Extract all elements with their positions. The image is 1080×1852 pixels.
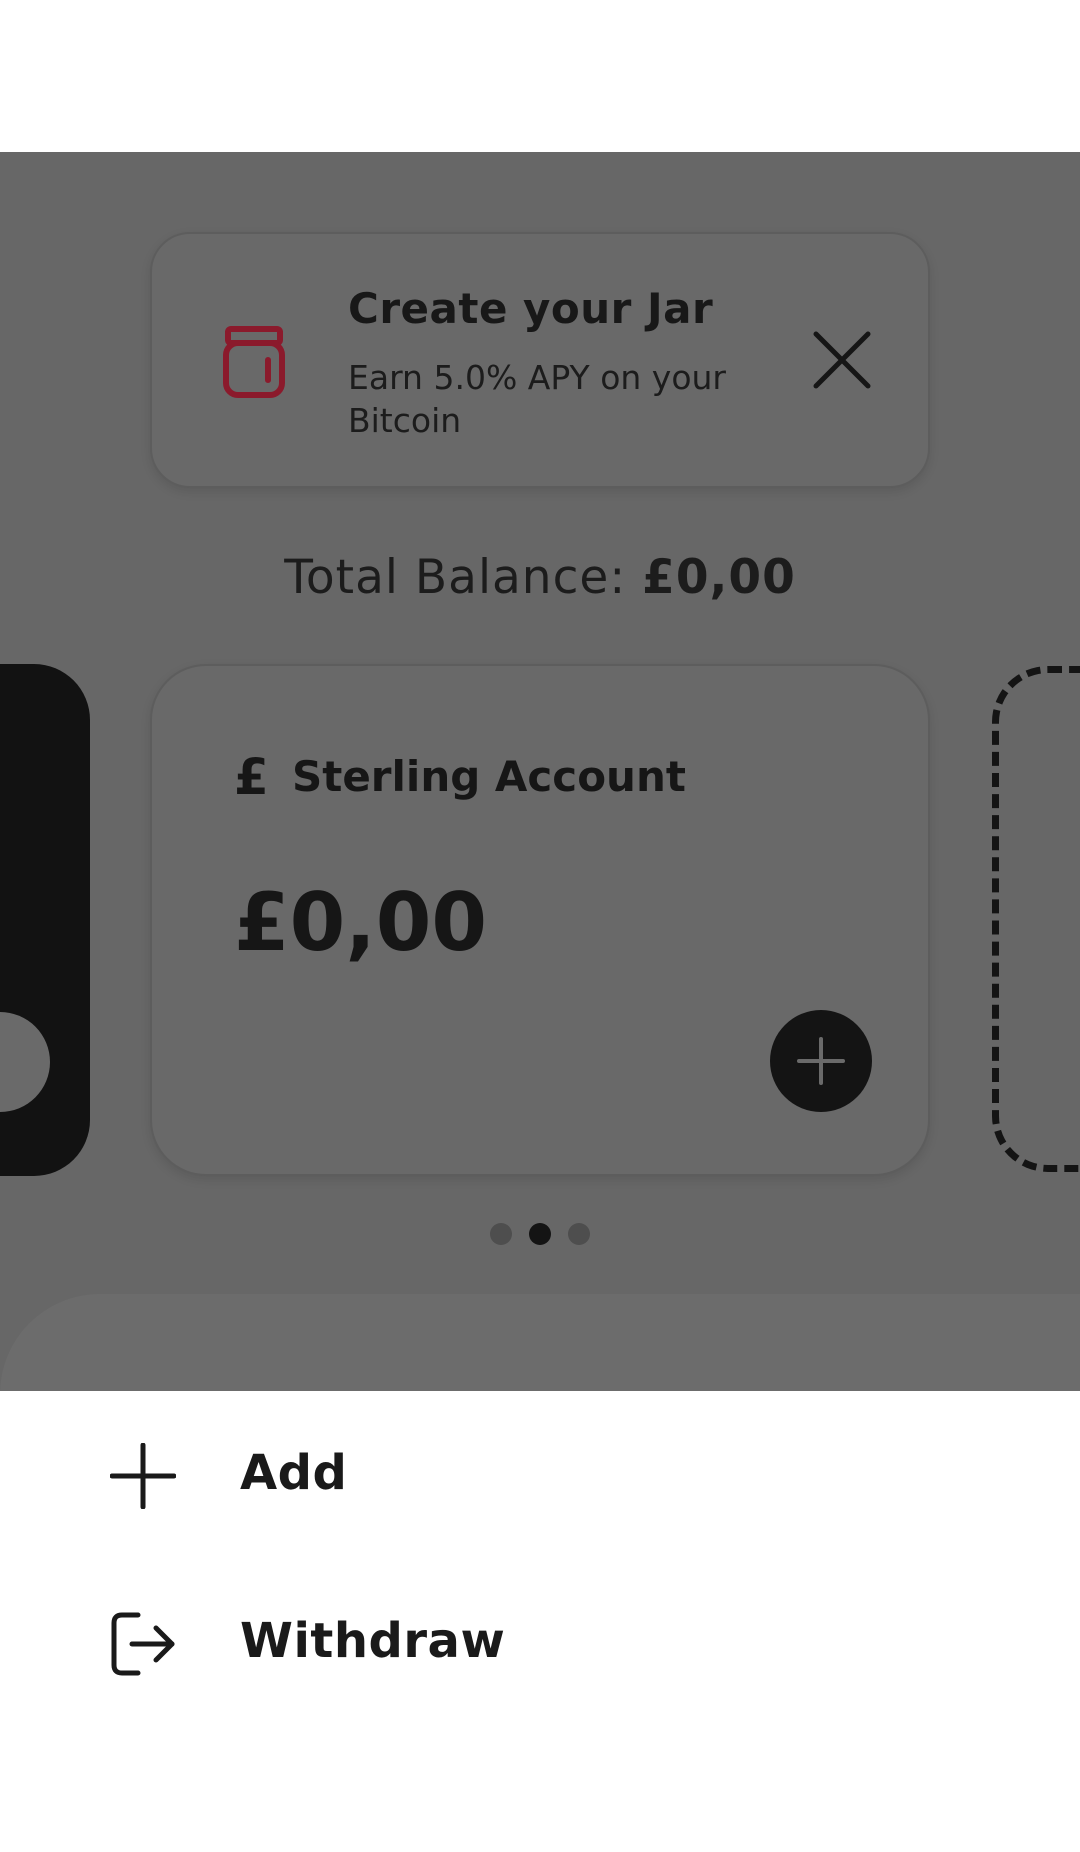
currency-symbol: £ (234, 748, 269, 806)
status-bar-area (0, 0, 1080, 152)
total-balance: Total Balance: £0,00 (0, 550, 1080, 605)
jar-promo-card[interactable]: Create your Jar Earn 5.0% APY on your Bi… (150, 232, 930, 488)
account-balance: £0,00 (234, 876, 488, 969)
account-name: Sterling Account (292, 752, 686, 801)
jar-promo-title: Create your Jar (348, 284, 714, 333)
page-dot-active (529, 1223, 551, 1245)
background-sheet (0, 1294, 1080, 1391)
plus-icon (109, 1442, 177, 1510)
page-dot (490, 1223, 512, 1245)
action-sheet: Add Withdraw (0, 1391, 1080, 1852)
add-account-placeholder-card[interactable] (992, 666, 1080, 1172)
account-add-button[interactable] (770, 1010, 872, 1112)
dimmed-background: Create your Jar Earn 5.0% APY on your Bi… (0, 152, 1080, 1391)
close-icon[interactable] (812, 330, 872, 390)
sterling-account-card[interactable]: £ Sterling Account £0,00 (150, 664, 930, 1176)
page-dot (568, 1223, 590, 1245)
jar-promo-subtitle: Earn 5.0% APY on your Bitcoin (348, 358, 726, 440)
withdraw-action-label: Withdraw (240, 1613, 506, 1669)
withdraw-action[interactable]: Withdraw (0, 1583, 1080, 1703)
total-balance-amount: £0,00 (642, 550, 796, 605)
jar-icon (222, 326, 286, 398)
add-action-label: Add (240, 1445, 348, 1501)
add-action[interactable]: Add (0, 1415, 1080, 1535)
total-balance-label: Total Balance: (284, 550, 643, 605)
withdraw-icon (110, 1611, 176, 1677)
plus-icon (797, 1037, 845, 1085)
